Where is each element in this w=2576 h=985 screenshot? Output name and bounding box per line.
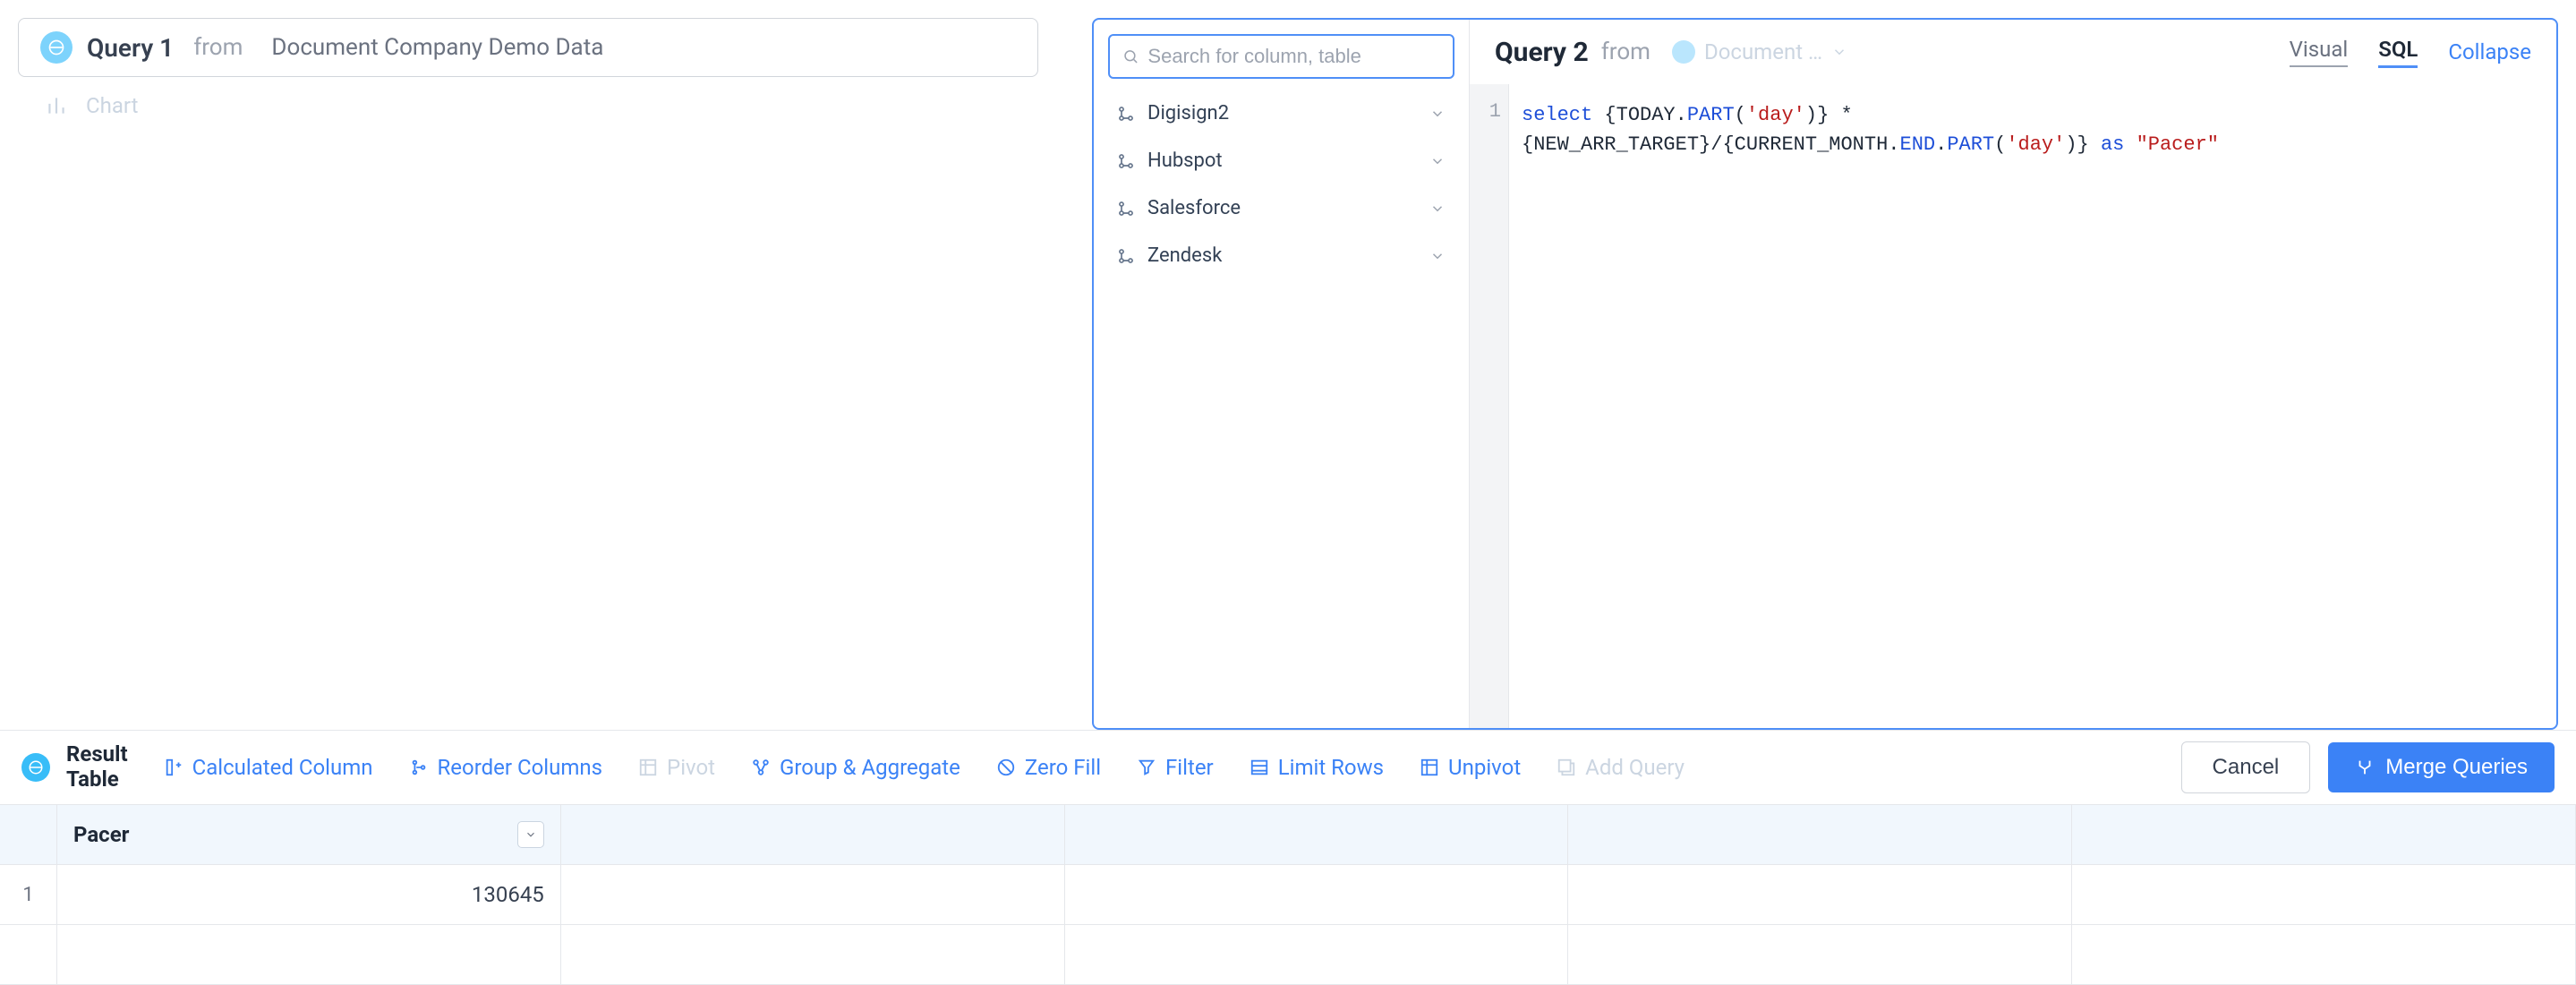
grid-header-row: Pacer [0,805,2576,865]
editor-gutter: 1 [1470,84,1509,728]
datasource-icon [40,31,73,64]
column-menu-button[interactable] [517,821,544,848]
chart-toggle[interactable]: Chart [18,77,1038,134]
query2-source-selector[interactable]: Document … [1663,36,1856,68]
calculated-column-button[interactable]: Calculated Column [164,755,373,780]
reorder-columns-button[interactable]: Reorder Columns [409,755,603,780]
tree-item-hubspot[interactable]: Hubspot [1108,139,1454,183]
data-cell [57,925,561,984]
rownum-cell: 1 [0,865,57,924]
limit-rows-button[interactable]: Limit Rows [1250,755,1384,780]
query1-source: Document Company Demo Data [271,34,603,61]
data-cell[interactable] [1065,865,1569,924]
result-title-line1: Result [66,742,128,767]
query1-header[interactable]: Query 1 from Document Company Demo Data [18,18,1038,77]
chevron-down-icon [1429,201,1446,217]
bar-chart-icon [45,94,68,117]
schema-icon [1117,152,1135,170]
query2-source-label: Document … [1704,39,1822,64]
result-icon [21,753,50,782]
result-title-line2: Table [66,767,128,792]
rownum-header [0,805,57,864]
unpivot-icon [1420,758,1439,777]
zero-fill-button[interactable]: Zero Fill [996,755,1101,780]
query2-panel: Digisign2 Hubspot Salesforce Zendesk Q [1092,18,2558,730]
query1-title: Query 1 [87,33,174,63]
tab-visual[interactable]: Visual [2290,37,2349,67]
column-header[interactable] [2072,805,2576,864]
sql-editor[interactable]: 1 select {TODAY.PART('day')} * {NEW_ARR_… [1470,84,2556,728]
search-icon [1122,47,1139,65]
result-toolbar: Result Table Calculated Column Reorder C… [0,731,2576,805]
group-icon [751,758,771,777]
filter-icon [1137,758,1156,777]
merge-icon [2355,758,2375,777]
chart-label: Chart [86,93,138,118]
data-cell[interactable] [1568,865,2072,924]
chevron-down-icon [1429,153,1446,169]
add-query-button: Add Query [1557,755,1685,780]
data-cell [1568,925,2072,984]
tab-sql[interactable]: SQL [2378,37,2418,68]
table-row-empty [0,925,2576,985]
result-area: Result Table Calculated Column Reorder C… [0,730,2576,985]
data-cell [2072,925,2576,984]
cancel-button[interactable]: Cancel [2181,741,2311,793]
schema-search[interactable] [1108,34,1454,79]
tree-label: Zendesk [1147,244,1222,267]
query1-from-label: from [193,34,243,61]
schema-icon [1117,105,1135,123]
schema-icon [1117,247,1135,265]
chevron-down-icon [1429,248,1446,264]
pivot-icon [638,758,658,777]
tree-item-zendesk[interactable]: Zendesk [1108,234,1454,278]
query2-from-label: from [1601,39,1651,65]
column-header[interactable] [561,805,1065,864]
column-header[interactable] [1568,805,2072,864]
query2-title: Query 2 [1495,37,1589,68]
schema-icon [1117,200,1135,218]
query2-header: Query 2 from Document … Visual SQL Colla… [1470,20,2556,84]
tree-item-salesforce[interactable]: Salesforce [1108,186,1454,230]
tree-label: Salesforce [1147,197,1241,219]
tree-item-digisign2[interactable]: Digisign2 [1108,91,1454,135]
table-row[interactable]: 1 130645 [0,865,2576,925]
zero-fill-icon [996,758,1016,777]
chevron-down-icon [1831,44,1847,60]
data-cell[interactable] [561,865,1065,924]
sql-code[interactable]: select {TODAY.PART('day')} * {NEW_ARR_TA… [1509,84,2231,728]
result-grid: Pacer 1 130645 [0,805,2576,985]
data-cell[interactable]: 130645 [57,865,561,924]
tree-label: Digisign2 [1147,102,1229,124]
line-number: 1 [1470,100,1501,123]
merge-queries-button[interactable]: Merge Queries [2328,742,2555,792]
data-cell[interactable] [2072,865,2576,924]
add-column-icon [164,758,183,777]
unpivot-button[interactable]: Unpivot [1420,755,1521,780]
datasource-mini-icon [1672,40,1695,64]
data-cell [561,925,1065,984]
pivot-button: Pivot [638,755,715,780]
add-query-icon [1557,758,1576,777]
limit-icon [1250,758,1269,777]
tree-label: Hubspot [1147,150,1223,172]
schema-search-input[interactable] [1147,45,1440,68]
data-cell [1065,925,1569,984]
schema-sidebar: Digisign2 Hubspot Salesforce Zendesk [1094,20,1470,728]
reorder-icon [409,758,429,777]
rownum-cell [0,925,57,984]
column-header[interactable] [1065,805,1569,864]
group-aggregate-button[interactable]: Group & Aggregate [751,755,960,780]
collapse-link[interactable]: Collapse [2448,39,2531,64]
chevron-down-icon [1429,106,1446,122]
column-header[interactable]: Pacer [57,805,561,864]
chevron-down-icon [525,828,537,841]
filter-button[interactable]: Filter [1137,755,1214,780]
